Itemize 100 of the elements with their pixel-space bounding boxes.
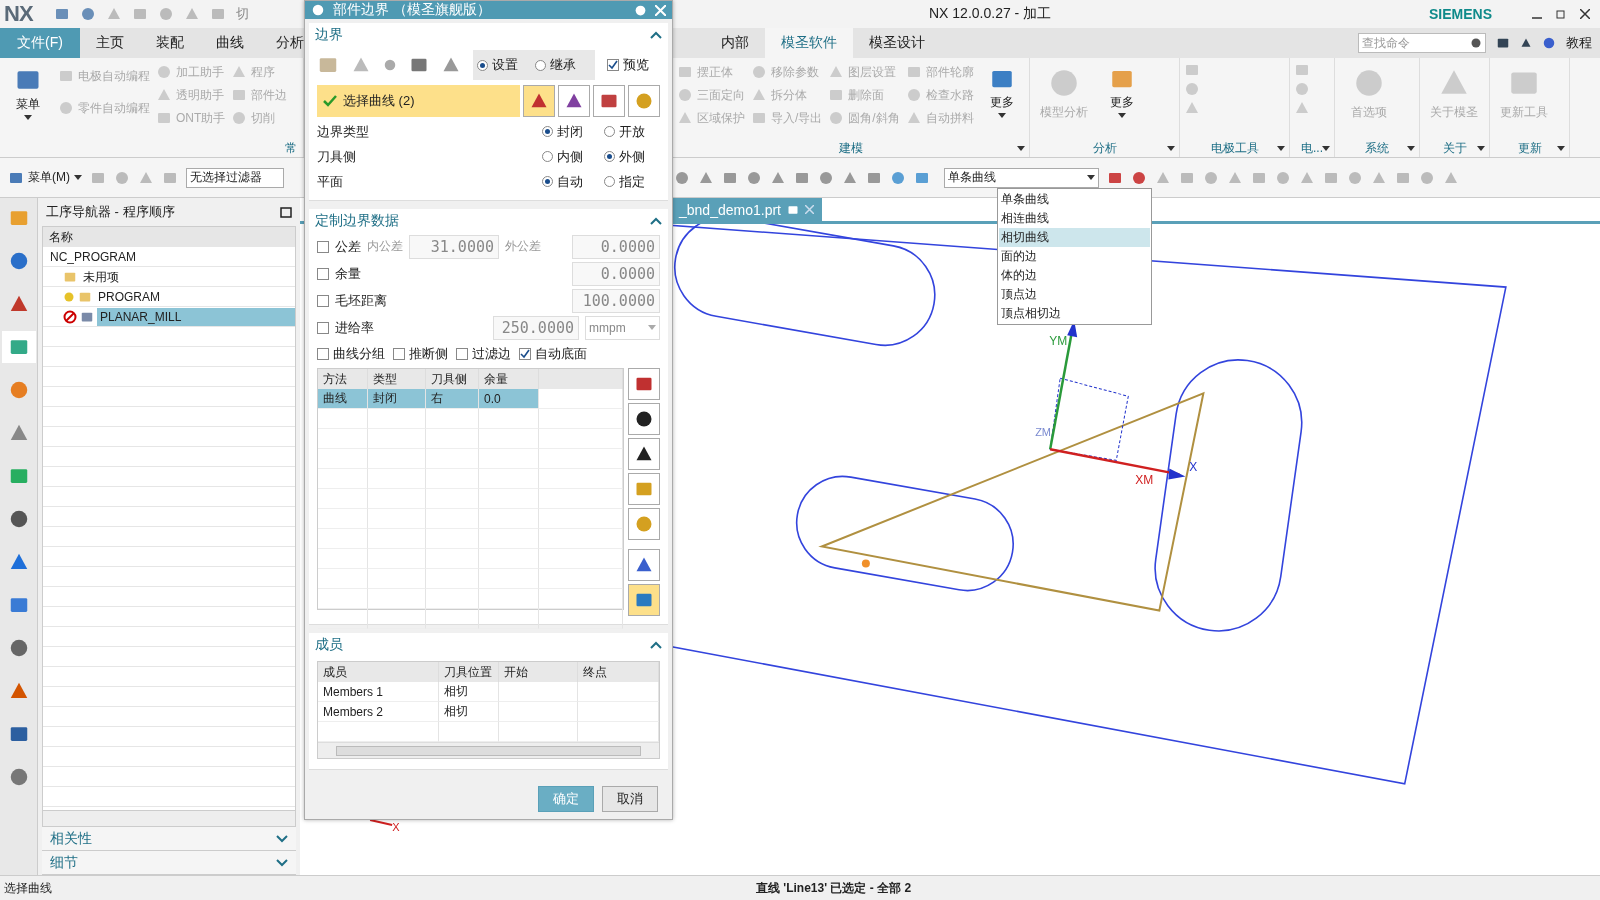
number-field[interactable]: 250.0000 [493,315,579,340]
axis-label: XM [1135,473,1154,488]
search-field[interactable]: 查找命令 [1358,33,1486,53]
menu-button[interactable]: 菜单 [4,62,52,139]
panel-title: 工序导航器 - 程序顺序 [46,203,175,221]
ribbon-command[interactable]: ONT助手 [156,108,226,128]
column-header: 成员 [318,662,439,682]
ribbon-command[interactable]: 摆正体 [677,62,745,82]
group-label: 建模 [839,139,863,157]
ribbon-command[interactable]: 区域保护 [677,108,745,128]
checkbox-label: 自动底面 [535,344,587,363]
file-menu[interactable]: 文件(F) [0,28,80,58]
field-label: 内公差 [367,238,403,255]
toolbar-label[interactable]: 切 [236,5,249,23]
number-field[interactable]: 31.0000 [409,234,499,259]
section-header[interactable]: 边界 [309,23,668,47]
ribbon-command[interactable]: 拆分体 [751,85,823,105]
axis-label: X [392,820,400,833]
table-cell: 右 [426,389,479,409]
section-header[interactable]: 成员 [309,633,668,657]
number-field[interactable]: 0.0000 [572,261,660,286]
number-field[interactable]: 0.0000 [572,234,660,259]
unit-dropdown[interactable]: mmpm [585,315,660,340]
ribbon-command[interactable]: 部件边 [231,85,288,105]
ribbon-command[interactable]: 检查水路 [905,85,974,105]
ribbon-command[interactable]: 加工助手 [156,62,226,82]
ribbon-command[interactable]: 自动拼料 [905,108,974,128]
ribbon-tab[interactable]: 主页 [80,28,140,58]
menu-item[interactable]: 面的边 [999,247,1150,266]
menu-item[interactable]: 顶点边 [999,285,1150,304]
checkbox-label: 曲线分组 [333,344,385,363]
menu-item[interactable]: 相连曲线 [999,209,1150,228]
checkbox-label: 毛坯距离 [335,291,388,310]
radio-label: 封闭 [557,122,583,141]
cancel-button[interactable]: 取消 [602,786,658,812]
table-cell: Members 2 [318,702,439,722]
ok-button[interactable]: 确定 [538,786,594,812]
group-label: 电极工具 [1210,139,1259,157]
ribbon-command[interactable]: 图层设置 [828,62,900,82]
more-button[interactable]: 更多 [979,62,1024,139]
column-header: 刀具侧 [426,369,479,389]
dialog-title: 部件边界 （模圣旗舰版） [333,1,492,19]
menu-item[interactable]: 单条曲线 [999,190,1150,209]
checkbox-label: 余量 [335,264,362,283]
column-header: 终点 [578,662,659,682]
ribbon-command[interactable]: 模型分析 [1034,62,1094,139]
menu-item[interactable]: 体的边 [999,266,1150,285]
radio-label: 内侧 [557,147,583,166]
number-field[interactable]: 100.0000 [572,288,660,313]
help-link[interactable]: 教程 [1566,34,1592,52]
selection-field[interactable]: 选择曲线 (2) [317,85,520,117]
ribbon-command[interactable]: 电极自动编程 [58,66,150,86]
ribbon-command[interactable]: 移除参数 [751,62,823,82]
panel-section[interactable]: 相关性 [42,827,296,851]
ribbon-command[interactable]: 导入/导出 [751,108,823,128]
ribbon-tab[interactable]: 曲线 [200,28,260,58]
group-label: 关于 [1442,139,1467,157]
group-label: 电... [1301,139,1323,157]
radio-label: 继承 [550,56,576,74]
panel-section[interactable]: 细节 [42,851,296,875]
ribbon-command[interactable]: 圆角/斜角 [828,108,900,128]
menu-item[interactable]: 相切曲线 [999,228,1150,247]
tree-item[interactable]: NC_PROGRAM [43,247,295,267]
column-header: 开始 [499,662,578,682]
ribbon-tab[interactable]: 内部 [705,28,765,58]
ribbon-command[interactable]: 三面定向 [677,85,745,105]
more-button[interactable]: 更多 [1100,62,1144,139]
brand-name: SIEMENS [1429,6,1492,22]
curve-rule-dropdown[interactable]: 单条曲线 [944,167,1099,188]
tree-item[interactable]: 未用项 [43,267,295,287]
section-header[interactable]: 定制边界数据 [309,209,668,233]
ribbon-command[interactable]: 部件轮廓 [905,62,974,82]
checkbox-label: 过滤边 [472,344,511,363]
column-header[interactable]: 名称 [43,227,295,247]
menu-item[interactable]: 顶点相切边 [999,304,1150,323]
ribbon-tab[interactable]: 模圣设计 [853,28,941,58]
status-prompt: 选择曲线 [4,879,53,897]
ribbon-command[interactable]: 透明助手 [156,85,226,105]
ribbon-command[interactable]: 程序 [231,62,288,82]
ribbon-tab[interactable]: 装配 [140,28,200,58]
table-cell: 封闭 [368,389,426,409]
ribbon-command[interactable]: 更新工具 [1494,62,1554,139]
ribbon-command[interactable]: 首选项 [1339,62,1399,139]
ribbon-command[interactable]: 切削 [231,108,288,128]
radio-label: 自动 [557,172,583,191]
field-label: 刀具侧 [317,147,357,166]
ribbon-command[interactable]: 删除面 [828,85,900,105]
filter-dropdown[interactable]: 无选择过滤器 [186,167,284,188]
app-logo: NX [4,1,35,27]
checkbox-label: 推断侧 [409,344,448,363]
group-label: 系统 [1365,139,1389,157]
menu-button[interactable]: 菜单(M) [8,169,82,186]
status-message: 直线 'Line13' 已选定 - 全部 2 [756,879,912,897]
ribbon-command[interactable]: 零件自动编程 [58,98,150,118]
checkbox-label: 预览 [623,56,649,74]
field-label: 边界类型 [317,122,370,141]
ribbon-command[interactable]: 关于模圣 [1424,62,1484,139]
checkbox-label: 进给率 [335,318,375,337]
radio-label: 设置 [492,56,518,74]
ribbon-tab[interactable]: 模圣软件 [765,28,853,58]
